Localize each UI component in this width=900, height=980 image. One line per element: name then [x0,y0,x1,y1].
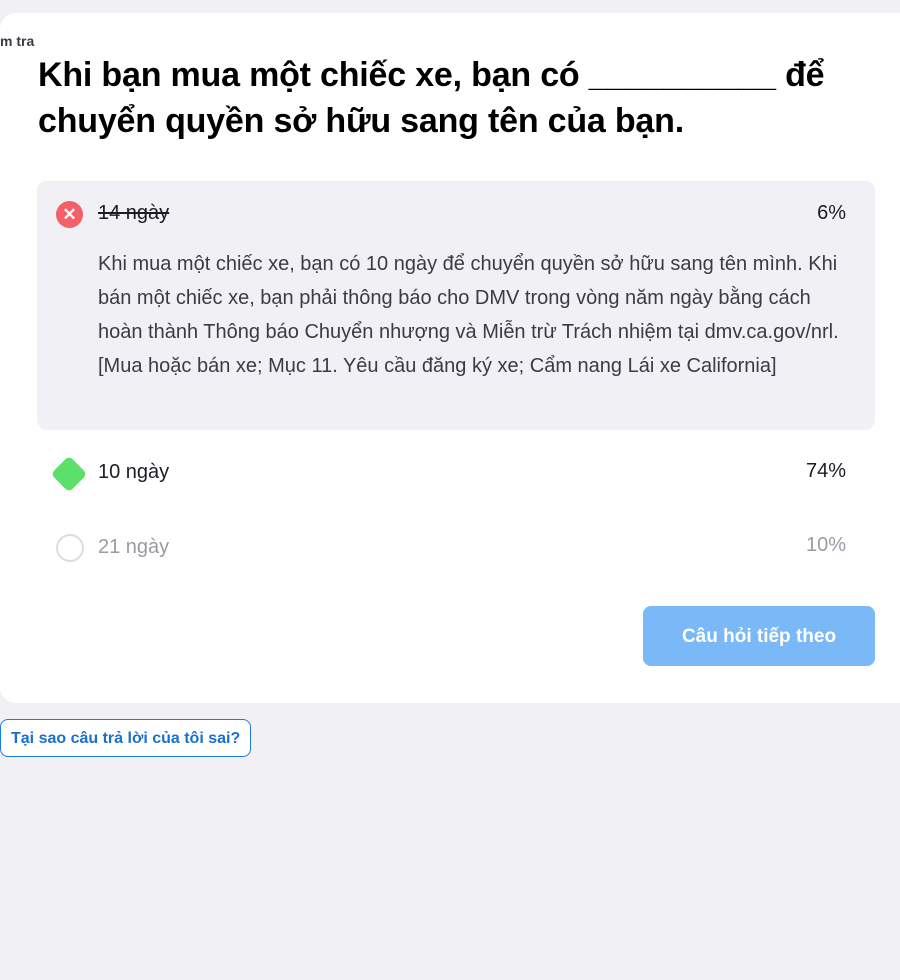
answer-label: 14 ngày [98,202,170,224]
answer-label: 10 ngày [98,461,170,483]
answer-label: 21 ngày [98,536,170,558]
answer-percent: 10% [805,534,846,556]
diamond-icon [50,455,88,493]
answer-option-correct[interactable]: 10 ngày 74% [37,455,875,505]
answer-percent: 74% [805,460,846,482]
page: m tra Khi bạn mua một chiếc xe, bạn có _… [0,0,900,980]
question-text: Khi bạn mua một chiếc xe, bạn có _______… [38,56,825,140]
circle-icon [56,534,84,562]
answer-explanation: Khi mua một chiếc xe, bạn có 10 ngày để … [98,253,839,377]
why-wrong-button[interactable]: Tại sao câu trả lời của tôi sai? [0,719,252,757]
answer-option-neutral[interactable]: 21 ngày 10% [37,530,875,580]
section-label: m tra [0,33,35,49]
x-circle-icon: ✕ [56,201,83,228]
answer-percent: 6% [817,202,846,224]
answer-option-wrong[interactable]: ✕ 14 ngày 6% Khi mua một chiếc xe, bạn c… [37,181,875,430]
next-question-button[interactable]: Câu hỏi tiếp theo [643,606,875,666]
